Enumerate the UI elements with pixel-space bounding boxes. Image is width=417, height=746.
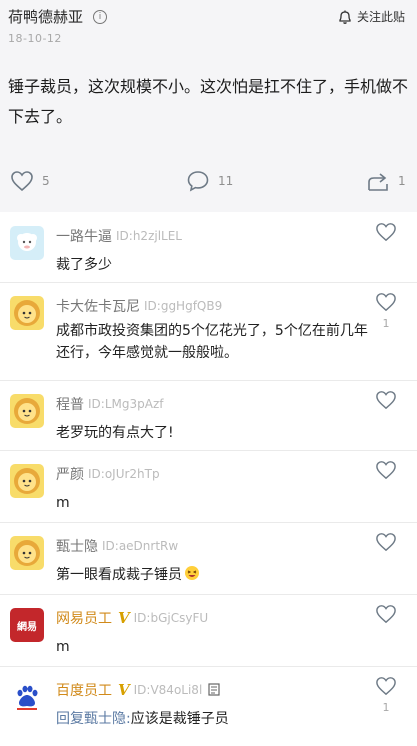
comment-like-button[interactable] <box>375 604 397 629</box>
comment-text: 第一眼看成裁子锤员 <box>56 564 374 586</box>
laughing-emoji-icon <box>185 566 199 580</box>
lion-icon <box>14 398 40 424</box>
comment-item: 網易 网易员工 V ID:bGjCsyFU m <box>0 594 417 667</box>
commenter-name[interactable]: 卡大佐卡瓦尼 <box>56 296 140 316</box>
post-actions: 5 11 1 <box>0 170 417 198</box>
post-author-name[interactable]: 荷鸭德赫亚 <box>8 6 83 27</box>
follow-label: 关注此贴 <box>356 10 405 24</box>
comment-header: 程普 ID:LMg3pAzf <box>56 394 163 414</box>
comment-like-button[interactable] <box>375 222 397 247</box>
sheep-icon <box>17 233 37 251</box>
comment-item: 百度员工 V ID:V84oLi8l 回复甄士隐:应该是裁锤子员 1 <box>0 666 417 746</box>
share-icon <box>368 173 388 191</box>
comment-like-button[interactable] <box>375 460 397 485</box>
copy-icon[interactable] <box>206 682 222 698</box>
comment-item: 一路牛逼 ID:h2zjlLEL 裁了多少 <box>0 212 417 283</box>
comment-text: 老罗玩的有点大了! <box>56 425 174 441</box>
commenter-id: ID:ggHgfQB9 <box>144 299 223 313</box>
post-content: 锤子裁员，这次规模不小。这次怕是扛不住了，手机做不下去了。 <box>8 77 409 126</box>
comment-icon <box>187 171 209 192</box>
comment-text-body: 第一眼看成裁子锤员 <box>56 567 182 583</box>
comment-like-button[interactable] <box>375 390 397 415</box>
comment-like-button[interactable]: 1 <box>375 292 397 330</box>
commenter-name[interactable]: 甄士隐 <box>56 536 98 556</box>
heart-icon <box>376 533 396 552</box>
avatar[interactable]: 網易 <box>10 608 44 642</box>
heart-icon <box>376 677 396 696</box>
comment-header: 一路牛逼 ID:h2zjlLEL <box>56 226 182 246</box>
baidu-logo <box>17 685 38 710</box>
comment-header: 网易员工 V ID:bGjCsyFU <box>56 608 208 628</box>
share-button[interactable]: 1 <box>366 170 406 192</box>
bell-icon <box>339 10 351 24</box>
avatar[interactable] <box>10 464 44 498</box>
reply-prefix[interactable]: 回复甄士隐: <box>56 711 131 727</box>
comment-text: m <box>56 495 70 511</box>
comment-count: 11 <box>218 174 234 188</box>
commenter-id: ID:V84oLi8l <box>133 683 203 697</box>
avatar[interactable] <box>10 394 44 428</box>
commenter-id: ID:h2zjlLEL <box>116 229 182 243</box>
verified-badge: V <box>118 681 130 699</box>
lion-icon <box>14 540 40 566</box>
commenter-name[interactable]: 一路牛逼 <box>56 226 112 246</box>
like-count: 5 <box>42 174 50 188</box>
lion-icon <box>14 300 40 326</box>
avatar[interactable] <box>10 680 44 714</box>
commenter-id: ID:LMg3pAzf <box>88 397 164 411</box>
comment-item: 严颜 ID:oJUr2hTp m <box>0 450 417 523</box>
info-icon[interactable]: i <box>93 9 108 24</box>
post-card: 荷鸭德赫亚 i 关注此贴 18-10-12 锤子裁员，这次规模不小。这次怕是扛不… <box>0 0 417 212</box>
heart-icon <box>376 605 396 624</box>
comment-text: m <box>56 639 70 655</box>
commenter-id: ID:aeDnrtRw <box>102 539 179 553</box>
comment-text: 裁了多少 <box>56 257 112 273</box>
avatar[interactable] <box>10 226 44 260</box>
comment-text: 回复甄士隐:应该是裁锤子员 <box>56 708 374 730</box>
comment-item: 卡大佐卡瓦尼 ID:ggHgfQB9 成都市政投资集团的5个亿花光了，5个亿在前… <box>0 282 417 381</box>
like-button[interactable]: 5 <box>10 170 50 192</box>
comment-text: 成都市政投资集团的5个亿花光了，5个亿在前几年还行，今年感觉就一般般啦。 <box>56 323 368 361</box>
comment-header: 百度员工 V ID:V84oLi8l <box>56 680 222 700</box>
netease-logo: 網易 <box>17 621 37 633</box>
post-author[interactable]: 荷鸭德赫亚 i <box>8 6 108 27</box>
comment-list: 一路牛逼 ID:h2zjlLEL 裁了多少 卡大佐卡瓦尼 ID:ggHgfQB9… <box>0 212 417 746</box>
commenter-id: ID:oJUr2hTp <box>88 467 160 481</box>
commenter-name[interactable]: 程普 <box>56 394 84 414</box>
avatar[interactable] <box>10 536 44 570</box>
avatar[interactable] <box>10 296 44 330</box>
comment-item: 程普 ID:LMg3pAzf 老罗玩的有点大了! <box>0 380 417 451</box>
follow-button[interactable]: 关注此贴 <box>337 8 405 25</box>
heart-icon <box>11 171 33 192</box>
comment-like-button[interactable] <box>375 532 397 557</box>
comment-like-button[interactable]: 1 <box>375 676 397 714</box>
comment-button[interactable]: 11 <box>186 170 233 192</box>
heart-icon <box>376 461 396 480</box>
heart-icon <box>376 391 396 410</box>
commenter-id: ID:bGjCsyFU <box>133 611 209 625</box>
comment-item: 甄士隐 ID:aeDnrtRw 第一眼看成裁子锤员 <box>0 522 417 595</box>
commenter-name[interactable]: 网易员工 <box>56 608 112 628</box>
commenter-name[interactable]: 严颜 <box>56 464 84 484</box>
comment-like-count: 1 <box>382 317 390 330</box>
heart-icon <box>376 223 396 242</box>
comment-like-count: 1 <box>382 701 390 714</box>
share-count: 1 <box>398 174 406 188</box>
post-date: 18-10-12 <box>8 32 62 45</box>
lion-icon <box>14 468 40 494</box>
comment-header: 卡大佐卡瓦尼 ID:ggHgfQB9 <box>56 296 222 316</box>
comment-text-body: 应该是裁锤子员 <box>130 711 229 727</box>
comment-header: 严颜 ID:oJUr2hTp <box>56 464 160 484</box>
comment-header: 甄士隐 ID:aeDnrtRw <box>56 536 178 556</box>
verified-badge: V <box>118 609 130 627</box>
heart-icon <box>376 293 396 312</box>
commenter-name[interactable]: 百度员工 <box>56 680 112 700</box>
